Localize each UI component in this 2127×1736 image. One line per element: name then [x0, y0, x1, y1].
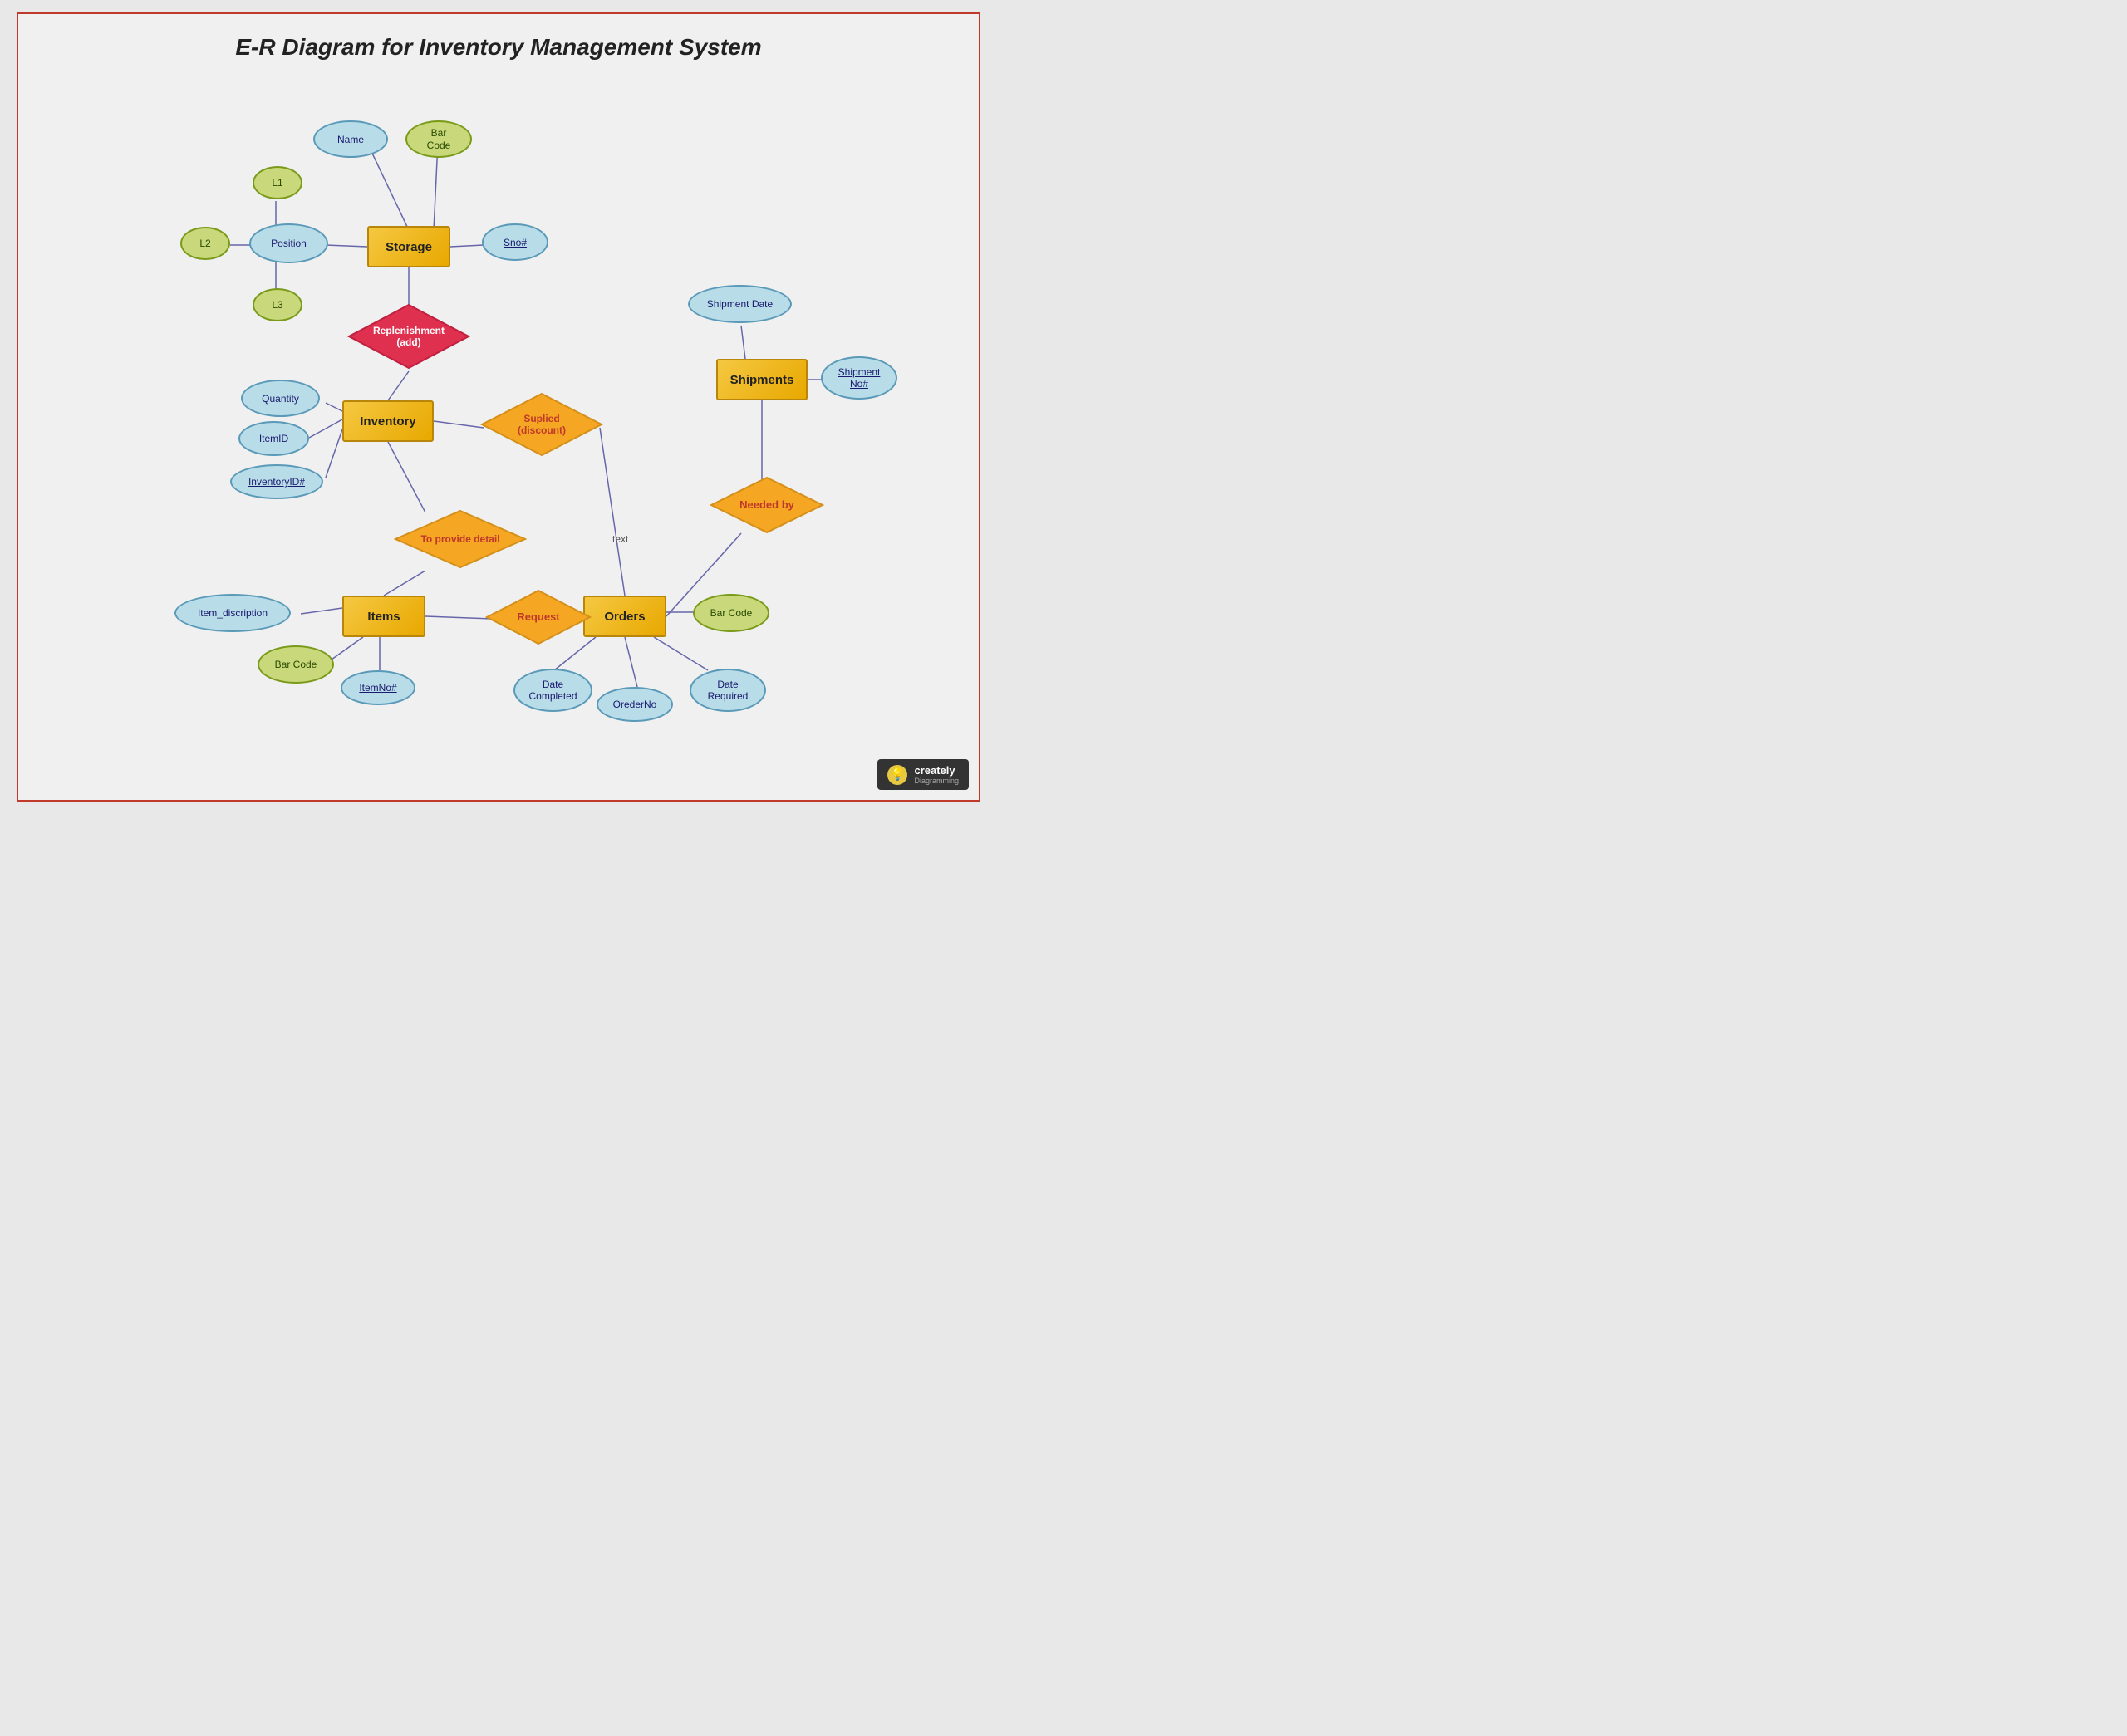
entity-inventory: Inventory — [342, 400, 434, 442]
entity-storage: Storage — [367, 226, 450, 267]
relationship-request: Request — [485, 589, 592, 645]
attr-name: Name — [313, 120, 388, 158]
diagram-container: E-R Diagram for Inventory Management Sys… — [17, 12, 980, 802]
entity-orders: Orders — [583, 596, 666, 637]
attr-l2: L2 — [180, 227, 230, 260]
attr-quantity: Quantity — [241, 380, 320, 417]
relationship-supplied: Suplied(discount) — [480, 392, 603, 457]
relationship-needed-by: Needed by — [710, 476, 824, 534]
attr-shipment-no: ShipmentNo# — [821, 356, 897, 400]
entity-items: Items — [342, 596, 425, 637]
diagram-title: E-R Diagram for Inventory Management Sys… — [18, 14, 979, 69]
attr-position: Position — [249, 223, 328, 263]
attr-l1: L1 — [253, 166, 302, 199]
attr-itemno: ItemNo# — [341, 670, 415, 705]
attr-inventoryid: InventoryID# — [230, 464, 323, 499]
creately-badge: 💡 creately Diagramming — [877, 759, 969, 790]
attr-shipment-date: Shipment Date — [688, 285, 792, 323]
bulb-icon: 💡 — [887, 765, 907, 785]
entity-shipments: Shipments — [716, 359, 808, 400]
attr-barcode-storage: BarCode — [405, 120, 472, 158]
attr-date-completed: DateCompleted — [513, 669, 592, 712]
attr-l3: L3 — [253, 288, 302, 321]
attr-order-no: OrederNo — [597, 687, 673, 722]
attr-sno: Sno# — [482, 223, 548, 261]
attr-itemid: ItemID — [238, 421, 309, 456]
attr-barcode-items: Bar Code — [258, 645, 334, 684]
text-label: text — [612, 533, 628, 545]
relationship-to-provide: To provide detail — [394, 509, 527, 569]
relationship-replenishment: Replenishment(add) — [347, 303, 470, 370]
attr-item-description: Item_discription — [174, 594, 291, 632]
attr-barcode-orders: Bar Code — [693, 594, 769, 632]
attr-date-required: DateRequired — [690, 669, 766, 712]
